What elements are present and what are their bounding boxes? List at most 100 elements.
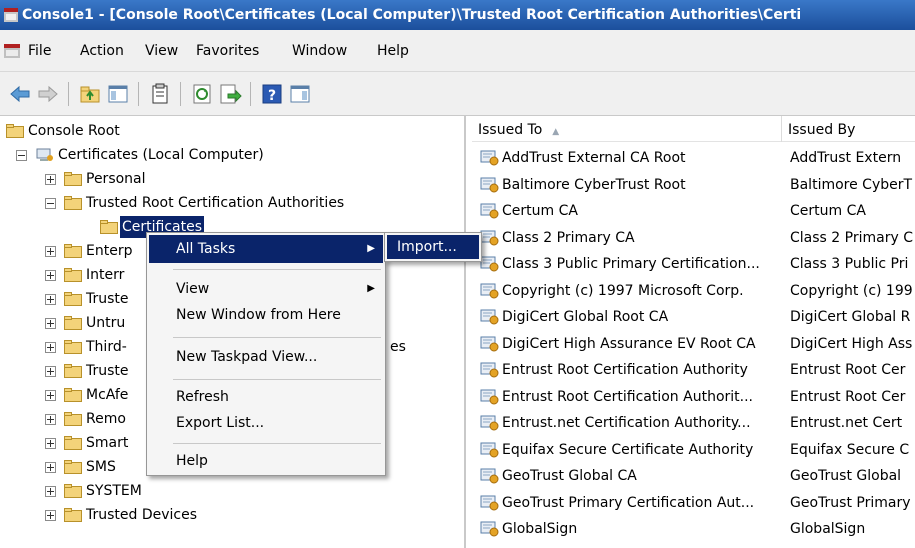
certificate-row[interactable]: AddTrust External CA Root AddTrust Extern <box>472 146 915 170</box>
folder-icon <box>100 220 118 234</box>
certificate-row[interactable]: Equifax Secure Certificate Authority Equi… <box>472 438 915 462</box>
tree-label: Untru <box>86 315 126 331</box>
certificate-row[interactable]: GeoTrust Primary Certification Aut... Geo… <box>472 491 915 515</box>
cell-issued-to: GlobalSign <box>502 521 578 537</box>
cell-issued-by: Entrust Root Cer <box>790 362 906 378</box>
up-folder-icon[interactable] <box>78 82 102 106</box>
certificate-row[interactable]: Entrust Root Certification Authorit... En… <box>472 385 915 409</box>
certificate-icon <box>480 442 499 457</box>
context-menu: All Tasks ▶ View ▶ New Window from Here … <box>146 232 386 476</box>
certificate-row[interactable]: Class 2 Primary CA Class 2 Primary C <box>472 226 915 250</box>
mmc-menu-icon[interactable] <box>4 44 20 58</box>
certificate-icon <box>480 362 499 378</box>
certificate-row[interactable]: GeoTrust Global CA GeoTrust Global <box>472 464 915 488</box>
expand-toggle[interactable] <box>45 270 56 281</box>
certificate-icon <box>480 177 499 192</box>
menu-favorites[interactable]: Favorites <box>196 30 259 72</box>
certificate-row[interactable]: DigiCert High Assurance EV Root CA DigiCe… <box>472 332 915 356</box>
collapse-toggle[interactable] <box>16 150 27 161</box>
show-hide-tree-icon[interactable] <box>106 82 130 106</box>
tree-item-console-root[interactable]: Console Root <box>0 120 460 142</box>
certificate-row[interactable]: DigiCert Global Root CA DigiCert Global R <box>472 305 915 329</box>
expand-toggle[interactable] <box>45 438 56 449</box>
cell-issued-by: AddTrust Extern <box>790 150 902 166</box>
tree-item-certificates-local-computer[interactable]: Certificates (Local Computer) <box>0 144 460 166</box>
column-header-issued-to[interactable]: Issued To ▲ <box>472 116 782 142</box>
tree-item-personal[interactable]: Personal <box>0 168 460 190</box>
certificate-row[interactable]: Entrust Root Certification Authority Entr… <box>472 358 915 382</box>
menu-item-new-taskpad[interactable]: New Taskpad View... <box>149 343 383 371</box>
back-icon[interactable] <box>8 82 32 106</box>
tree-item-trusted-devices[interactable]: Trusted Devices <box>0 504 460 526</box>
menu-file[interactable]: File <box>28 30 51 72</box>
cell-issued-to: GeoTrust Primary Certification Aut... <box>502 494 755 511</box>
folder-icon <box>64 436 82 450</box>
expand-toggle[interactable] <box>45 366 56 377</box>
computer-cert-icon <box>36 148 53 161</box>
menu-help[interactable]: Help <box>377 30 409 72</box>
menu-item-refresh[interactable]: Refresh <box>149 383 383 411</box>
folder-icon <box>6 124 24 138</box>
properties-icon[interactable] <box>148 82 172 106</box>
submenu-arrow-icon: ▶ <box>367 283 375 294</box>
folder-icon <box>64 412 82 426</box>
cell-issued-by: Entrust Root Cer <box>790 388 906 405</box>
certificate-row[interactable]: Certum CA Certum CA <box>472 199 915 223</box>
expand-toggle[interactable] <box>45 510 56 521</box>
certificate-list-pane[interactable]: Issued To ▲ Issued By AddTrust External C… <box>472 116 915 548</box>
menu-separator <box>173 443 381 444</box>
cell-issued-by: Baltimore CyberT <box>790 176 913 193</box>
refresh-icon[interactable] <box>190 82 214 106</box>
menu-item-import[interactable]: Import... <box>387 235 479 259</box>
cell-issued-by: Entrust.net Cert <box>790 415 903 431</box>
menu-view[interactable]: View <box>145 30 178 72</box>
column-header-issued-by[interactable]: Issued By <box>782 116 915 142</box>
menu-item-label: Export List... <box>176 415 265 431</box>
menu-separator <box>173 337 381 338</box>
menu-item-new-window[interactable]: New Window from Here <box>149 301 383 329</box>
cell-issued-by: Certum CA <box>790 203 866 219</box>
help-icon[interactable]: ? <box>260 82 284 106</box>
cell-issued-to: DigiCert Global Root CA <box>502 309 669 325</box>
menu-window[interactable]: Window <box>292 30 347 72</box>
cell-issued-to: Class 2 Primary CA <box>502 229 635 246</box>
menu-item-export-list[interactable]: Export List... <box>149 409 383 437</box>
expand-toggle[interactable] <box>45 462 56 473</box>
certificate-row[interactable]: Copyright (c) 1997 Microsoft Corp. Copyri… <box>472 279 915 303</box>
tree-item-system[interactable]: SYSTEM <box>0 480 460 502</box>
folder-icon <box>64 388 82 402</box>
certificate-row[interactable]: Entrust.net Certification Authority... En… <box>472 411 915 435</box>
menu-item-help[interactable]: Help <box>149 447 383 475</box>
expand-toggle[interactable] <box>45 318 56 329</box>
certificate-icon <box>480 203 499 219</box>
expand-toggle[interactable] <box>45 486 56 497</box>
column-label: Issued By <box>788 122 856 138</box>
menu-item-view[interactable]: View ▶ <box>149 275 383 303</box>
tree-label: Truste <box>86 291 129 307</box>
expand-toggle[interactable] <box>45 294 56 305</box>
expand-toggle[interactable] <box>45 390 56 401</box>
tree-label: Certificates (Local Computer) <box>58 147 264 163</box>
menu-action[interactable]: Action <box>80 30 124 72</box>
tree-label: McAfe <box>86 387 129 403</box>
expand-toggle[interactable] <box>45 246 56 257</box>
expand-toggle[interactable] <box>45 342 56 353</box>
certificate-row[interactable]: Class 3 Public Primary Certification... C… <box>472 252 915 276</box>
certificate-row[interactable]: Baltimore CyberTrust Root Baltimore Cyber… <box>472 173 915 197</box>
tree-label: Enterp <box>86 243 133 259</box>
menu-item-all-tasks[interactable]: All Tasks ▶ <box>149 235 383 263</box>
title-bar[interactable]: Console1 - [Console Root\Certificates (L… <box>0 0 915 30</box>
forward-icon[interactable] <box>36 82 60 106</box>
export-list-icon[interactable] <box>218 82 242 106</box>
menu-item-label: View <box>176 281 210 297</box>
show-hide-action-pane-icon[interactable] <box>288 82 312 106</box>
collapse-toggle[interactable] <box>45 198 56 209</box>
toolbar: ? <box>0 72 915 116</box>
tree-item-trusted-root[interactable]: Trusted Root Certification Authorities <box>0 192 460 214</box>
tree-label: Personal <box>86 171 146 187</box>
expand-toggle[interactable] <box>45 174 56 185</box>
expand-toggle[interactable] <box>45 414 56 425</box>
certificate-row[interactable]: GlobalSign GlobalSign <box>472 517 915 541</box>
cell-issued-to: Equifax Secure Certificate Authority <box>502 441 754 458</box>
cell-issued-to: AddTrust External CA Root <box>502 150 686 166</box>
